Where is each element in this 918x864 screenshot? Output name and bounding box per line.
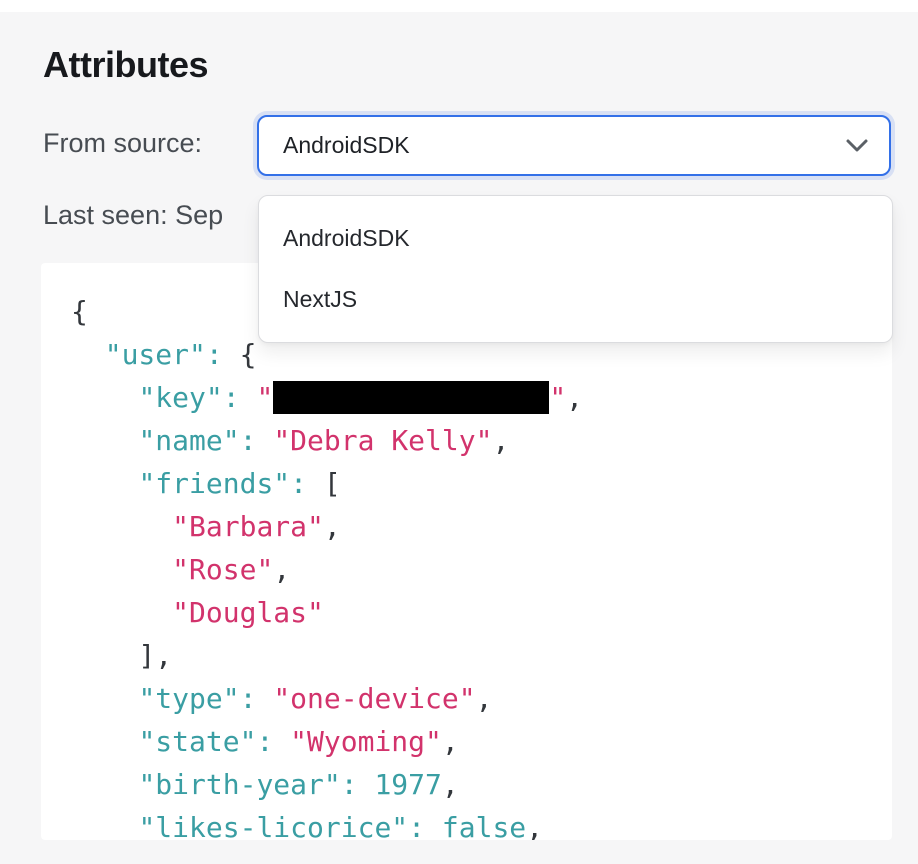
chevron-down-icon	[845, 138, 869, 154]
source-select-value: AndroidSDK	[283, 132, 845, 159]
code-line: "type": "one-device",	[71, 677, 892, 720]
attributes-json-block: { "user": { "key": "", "name": "Debra Ke…	[41, 263, 892, 840]
source-dropdown-panel: AndroidSDKNextJS	[258, 195, 893, 343]
dropdown-option-nextjs[interactable]: NextJS	[259, 269, 892, 330]
from-source-label: From source:	[43, 128, 202, 159]
code-content: { "user": { "key": "", "name": "Debra Ke…	[71, 290, 892, 840]
code-line: "Rose",	[71, 548, 892, 591]
code-line: "state": "Wyoming",	[71, 720, 892, 763]
redaction-box	[273, 381, 549, 414]
code-line: "Douglas"	[71, 591, 892, 634]
code-line: ],	[71, 634, 892, 677]
code-line: "likes-licorice": false,	[71, 806, 892, 840]
code-line: "friends": [	[71, 462, 892, 505]
dropdown-option-androidsdk[interactable]: AndroidSDK	[259, 208, 892, 269]
code-line: "birth-year": 1977,	[71, 763, 892, 806]
top-strip	[0, 0, 918, 12]
last-seen-text: Last seen: Sep	[43, 200, 223, 231]
code-line: "key": "",	[71, 376, 892, 419]
code-line: "name": "Debra Kelly",	[71, 419, 892, 462]
page-title: Attributes	[43, 44, 208, 86]
code-line: "Barbara",	[71, 505, 892, 548]
source-select[interactable]: AndroidSDK	[257, 115, 891, 176]
attributes-page: Attributes From source: AndroidSDK Last …	[0, 0, 918, 864]
